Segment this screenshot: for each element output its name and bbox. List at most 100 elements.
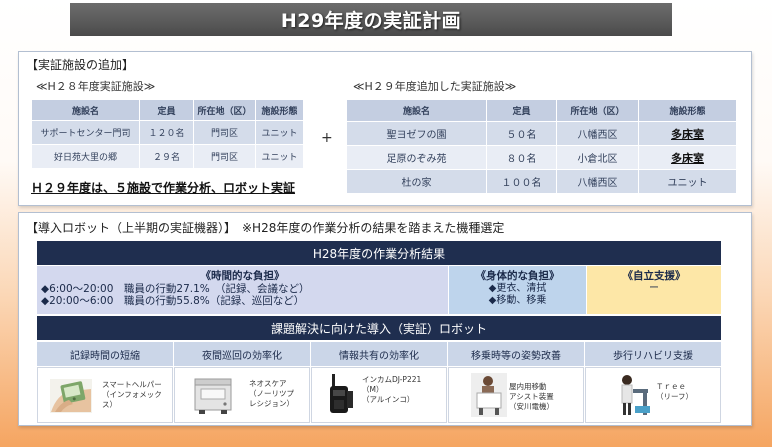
ward-cell: 門司区 <box>193 120 256 145</box>
type-cell: 多床室 <box>638 145 737 170</box>
walking-rehab-caption: Ｔｒｅｅ （リーフ） <box>656 382 693 402</box>
caption-line: （インフォメック <box>102 390 162 399</box>
category-record-time: 記録時間の短縮 <box>37 342 173 366</box>
h29-facilities-table: 施設名 定員 所在地（区） 施設形態 聖ヨゼフの園 ５０名 八幡西区 多床室 足… <box>346 99 737 194</box>
physical-burden-cell: 《身体的な負担》 ◆更衣、清拭 ◆移動、移乗 <box>449 266 586 314</box>
category-night-patrol: 夜間巡回の効率化 <box>174 342 310 366</box>
caption-line: （リーフ） <box>656 392 694 401</box>
table-row: 聖ヨゼフの園 ５０名 八幡西区 多床室 <box>346 121 737 146</box>
column-header-ward: 所在地（区） <box>556 99 639 122</box>
h29-facilities-caption: ≪H２９年度追加した実証施設≫ <box>353 80 517 93</box>
column-header-capacity: 定員 <box>139 99 194 121</box>
analysis-results-title: H28年度の作業分析結果 <box>312 246 446 261</box>
column-header-facility: 施設名 <box>31 99 140 121</box>
capacity-cell: ８０名 <box>486 145 557 170</box>
facility-name-cell: 足原のぞみ苑 <box>346 145 487 170</box>
caption-line: （安川電機） <box>509 402 554 411</box>
robot-cell-intercom: インカムDJ-P221 （M） （アルインコ） <box>311 367 447 423</box>
walking-rehab-photo <box>621 375 650 415</box>
capacity-cell: ２９名 <box>139 144 194 169</box>
smart-helper-photo <box>50 379 92 413</box>
time-burden-daytime: ◆6:00～20:00 職員の行動27.1% （記録、会議など） <box>41 283 310 295</box>
capacity-cell: ５０名 <box>486 121 557 146</box>
slide: H29年度の実証計画 【実証施設の追加】 ≪H２８年度実証施設≫ 施設名 定員 … <box>0 0 772 447</box>
type-cell: ユニット <box>255 120 304 145</box>
caption-line: インカムDJ-P221 <box>362 375 422 384</box>
facilities-panel: 【実証施設の追加】 ≪H２８年度実証施設≫ 施設名 定員 所在地（区） 施設形態… <box>18 51 752 206</box>
robot-cell-neoscare: ネオスケア （ノーリツプ レシジョン） <box>174 367 310 423</box>
plus-sign: + <box>321 130 333 146</box>
independence-cell: 《自立支援》 ー <box>587 266 721 314</box>
analysis-block: H28年度の作業分析結果 《時間的な負担》 ◆6:00～20:00 職員の行動2… <box>37 241 721 423</box>
ward-cell: 八幡西区 <box>556 121 639 146</box>
ward-cell: 小倉北区 <box>556 145 639 170</box>
facility-name-cell: 好日苑大里の郷 <box>31 144 140 169</box>
table-header-row: 施設名 定員 所在地（区） 施設形態 <box>31 99 304 121</box>
physical-burden-title: 《身体的な負担》 <box>475 270 560 282</box>
column-header-type: 施設形態 <box>638 99 737 122</box>
column-header-facility: 施設名 <box>346 99 487 122</box>
caption-line: ス） <box>102 400 117 409</box>
robot-cell-walking-rehab: Ｔｒｅｅ （リーフ） <box>585 367 721 423</box>
physical-burden-item: ◆更衣、清拭 <box>488 283 547 294</box>
smart-helper-caption: スマートヘルパー （インフォメック ス） <box>102 380 162 410</box>
neoscare-caption: ネオスケア （ノーリツプ レシジョン） <box>249 379 294 409</box>
physical-burden-item: ◆移動、移乗 <box>488 295 547 306</box>
category-row: 記録時間の短縮 夜間巡回の効率化 情報共有の効率化 移乗時等の姿勢改善 歩行リハ… <box>37 342 721 366</box>
caption-line: （アルインコ） <box>362 395 415 404</box>
page-title: H29年度の実証計画 <box>280 10 462 32</box>
column-header-type: 施設形態 <box>255 99 304 121</box>
robot-image-row: スマートヘルパー （インフォメック ス） ネオスケア （ノーリツプ レシジョン）… <box>37 367 721 423</box>
facility-name-cell: 杜の家 <box>346 169 487 194</box>
table-row: サポートセンター門司 １２０名 門司区 ユニット <box>31 120 304 145</box>
caption-line: （ノーリツプ <box>249 389 294 398</box>
solution-robots-bar: 課題解決に向けた導入（実証）ロボット <box>37 316 721 340</box>
type-cell: ユニット <box>638 169 737 194</box>
type-cell: ユニット <box>255 144 304 169</box>
h28-facilities-table: 施設名 定員 所在地（区） 施設形態 サポートセンター門司 １２０名 門司区 ユ… <box>31 99 304 169</box>
independence-list: ー <box>587 283 721 295</box>
facilities-summary: Ｈ２９年度は、５施設で作業分析、ロボット実証 <box>31 181 296 195</box>
capacity-cell: １００名 <box>486 169 557 194</box>
type-cell: 多床室 <box>638 121 737 146</box>
facility-name-cell: サポートセンター門司 <box>31 120 140 145</box>
caption-line: アシスト装置 <box>509 392 554 401</box>
table-header-row: 施設名 定員 所在地（区） 施設形態 <box>346 99 737 122</box>
physical-burden-items: ◆更衣、清拭 ◆移動、移乗 <box>489 283 547 307</box>
independence-item: ー <box>649 283 659 294</box>
burden-row: 《時間的な負担》 ◆6:00～20:00 職員の行動27.1% （記録、会議など… <box>37 266 721 314</box>
facility-name-cell: 聖ヨゼフの園 <box>346 121 487 146</box>
neoscare-sensor-photo <box>194 378 232 414</box>
analysis-results-bar: H28年度の作業分析結果 <box>37 241 721 265</box>
robots-panel: 【導入ロボット（上半期の実証機器）】 ※H28年度の作業分析の結果を踏まえた機種… <box>18 212 752 426</box>
caption-line: 屋内用移動 <box>509 382 547 391</box>
physical-burden-list: ◆更衣、清拭 ◆移動、移乗 <box>449 283 586 307</box>
ward-cell: 門司区 <box>193 144 256 169</box>
caption-line: （M） <box>362 385 384 394</box>
time-burden-night: ◆20:00～6:00 職員の行動55.8%（記録、巡回など） <box>41 295 305 307</box>
facilities-heading: 【実証施設の追加】 <box>26 58 135 72</box>
category-walking-rehab: 歩行リハビリ支援 <box>585 342 721 366</box>
caption-line: レシジョン） <box>249 399 294 408</box>
title-banner: H29年度の実証計画 <box>70 3 672 36</box>
independence-title: 《自立支援》 <box>622 270 686 282</box>
time-burden-title: 《時間的な負担》 <box>200 270 285 282</box>
intercom-caption: インカムDJ-P221 （M） （アルインコ） <box>362 375 421 405</box>
table-row: 好日苑大里の郷 ２９名 門司区 ユニット <box>31 144 304 169</box>
category-transfer-posture: 移乗時等の姿勢改善 <box>448 342 584 366</box>
caption-line: ネオスケア <box>249 379 287 388</box>
mobility-assist-photo <box>471 373 507 417</box>
table-row: 杜の家 １００名 八幡西区 ユニット <box>346 169 737 194</box>
solution-robots-title: 課題解決に向けた導入（実証）ロボット <box>270 321 487 336</box>
column-header-ward: 所在地（区） <box>193 99 256 121</box>
category-info-sharing: 情報共有の効率化 <box>311 342 447 366</box>
robots-heading: 【導入ロボット（上半期の実証機器）】 ※H28年度の作業分析の結果を踏まえた機種… <box>26 221 505 235</box>
mobility-assist-caption: 屋内用移動 アシスト装置 （安川電機） <box>509 382 554 412</box>
table-row: 足原のぞみ苑 ８０名 小倉北区 多床室 <box>346 145 737 170</box>
capacity-cell: １２０名 <box>139 120 194 145</box>
time-burden-cell: 《時間的な負担》 ◆6:00～20:00 職員の行動27.1% （記録、会議など… <box>37 266 448 314</box>
robot-cell-mobility-assist: 屋内用移動 アシスト装置 （安川電機） <box>448 367 584 423</box>
intercom-radio-photo <box>330 374 353 413</box>
caption-line: スマートヘルパー <box>102 380 162 389</box>
column-header-capacity: 定員 <box>486 99 557 122</box>
